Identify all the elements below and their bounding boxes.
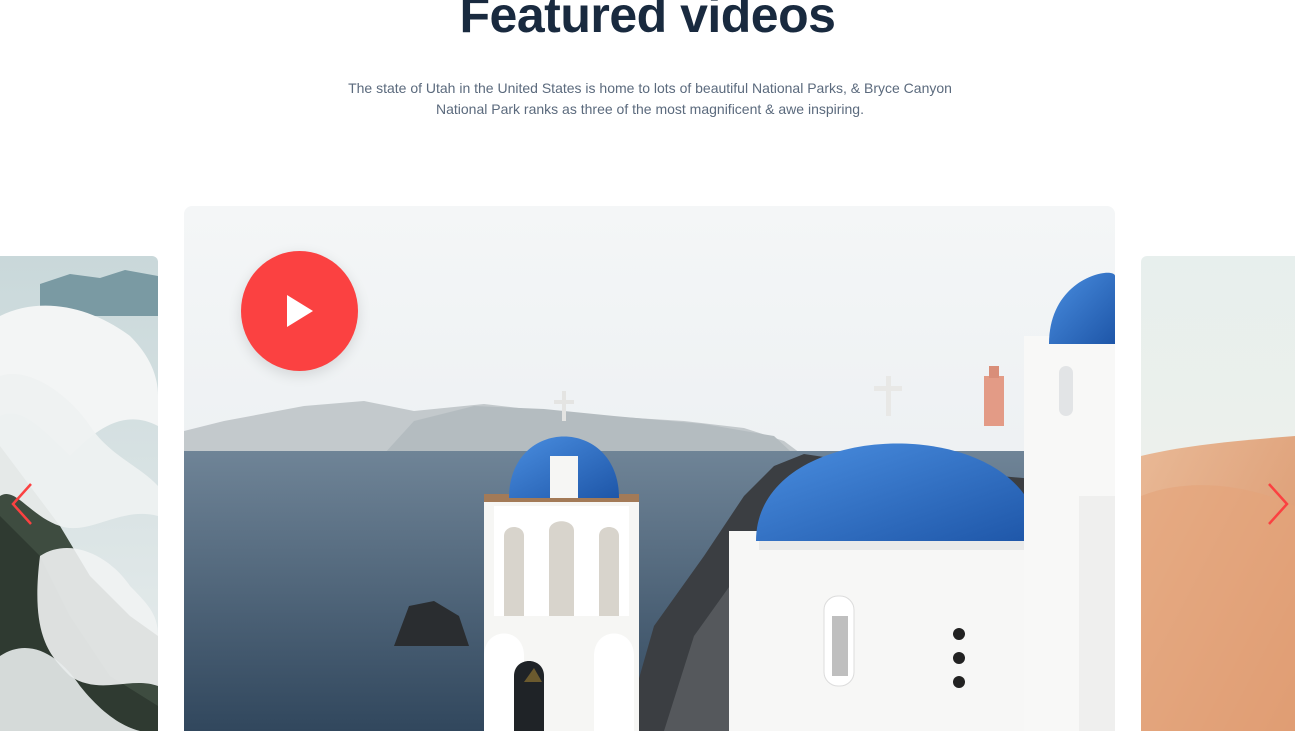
chevron-left-icon	[11, 483, 32, 525]
carousel-prev-button[interactable]	[9, 482, 35, 526]
play-icon	[287, 295, 313, 327]
section-description: The state of Utah in the United States i…	[348, 80, 952, 117]
play-button[interactable]	[241, 251, 358, 371]
carousel-next-button[interactable]	[1265, 482, 1291, 526]
section-title: Featured videos	[459, 0, 836, 43]
chevron-right-icon	[1268, 483, 1289, 525]
